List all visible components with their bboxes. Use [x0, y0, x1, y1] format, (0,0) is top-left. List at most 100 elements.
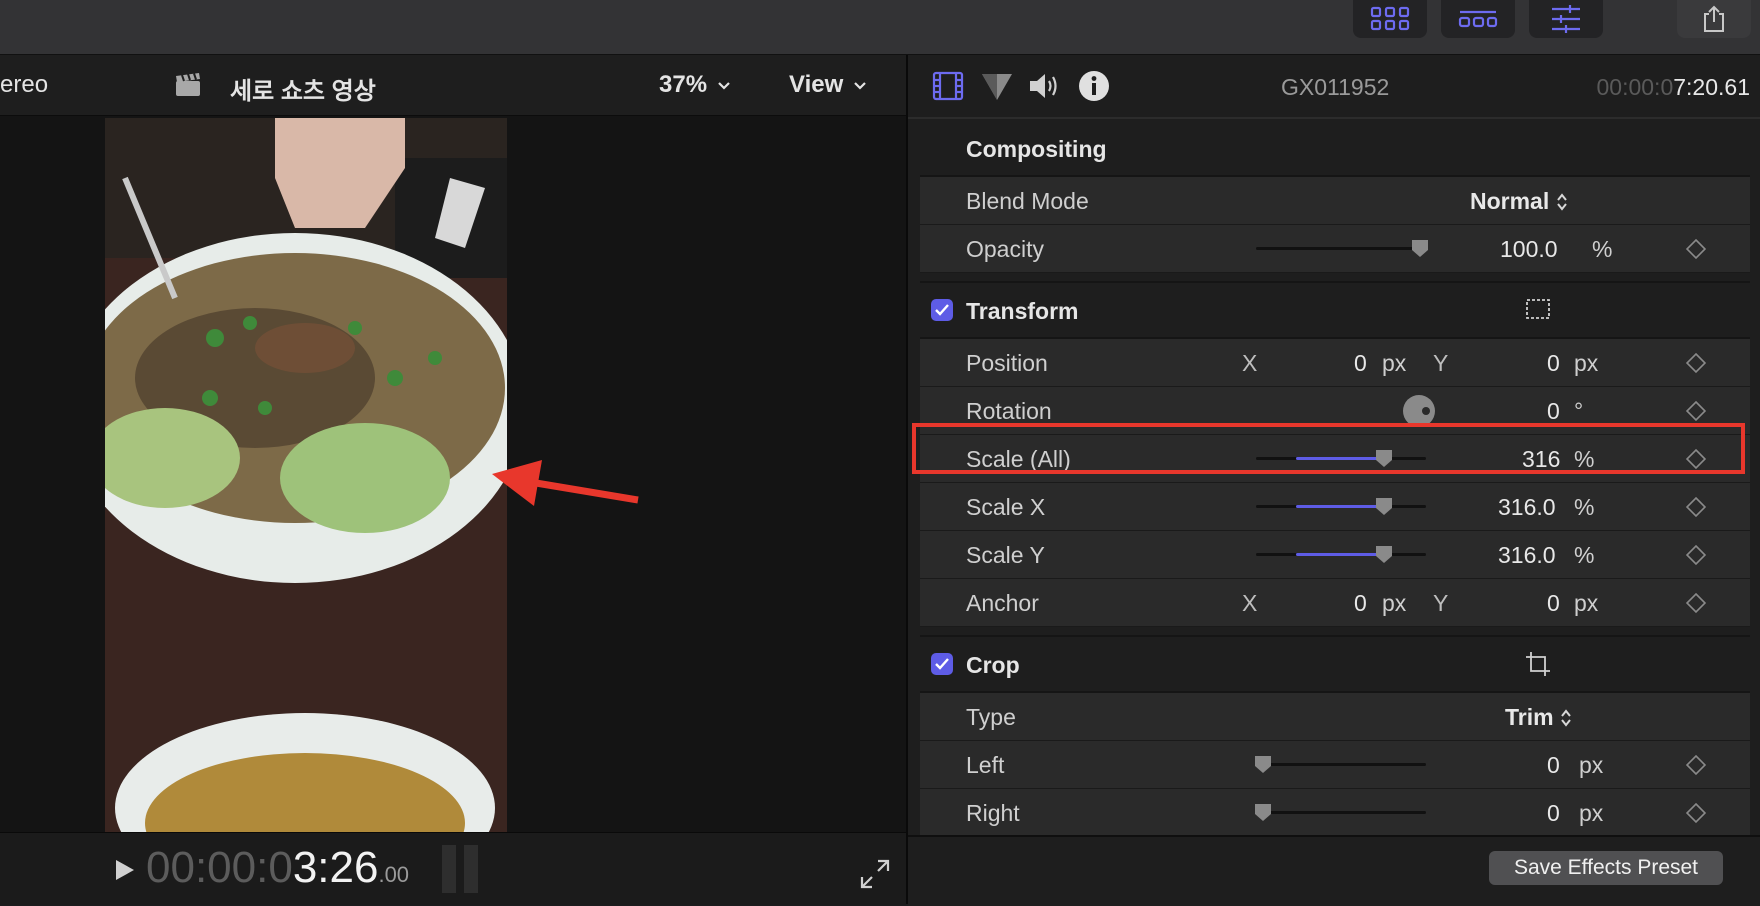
position-row: Position X 0 px Y 0 px — [920, 339, 1750, 387]
slider-knob[interactable] — [1374, 448, 1394, 468]
info-inspector-icon[interactable] — [1078, 70, 1110, 102]
slider-knob[interactable] — [1374, 544, 1394, 564]
keyframe-diamond-icon[interactable] — [1686, 803, 1706, 823]
anchor-y-axis: Y — [1433, 590, 1449, 616]
crop-left-value[interactable]: 0 — [1547, 752, 1560, 779]
px-unit: px — [1382, 350, 1407, 376]
opacity-row: Opacity 100.0 % — [920, 225, 1750, 273]
video-preview[interactable] — [105, 118, 507, 834]
section-divider — [920, 627, 1750, 637]
up-down-chevron-icon — [1556, 193, 1567, 211]
rotation-value[interactable]: 0 — [1547, 398, 1560, 425]
anchor-x-value[interactable]: 0 — [1354, 590, 1367, 617]
timeline-toggle-button[interactable] — [1441, 0, 1515, 38]
zoom-menu[interactable]: 37% — [659, 71, 731, 99]
anchor-label: Anchor — [966, 590, 1039, 616]
pct-unit: % — [1574, 494, 1595, 520]
crop-type-label: Type — [966, 704, 1016, 730]
rotation-row: Rotation 0 ° — [920, 387, 1750, 435]
red-arrow-annotation — [492, 460, 639, 506]
keyframe-diamond-icon[interactable] — [1686, 593, 1706, 613]
keyframe-diamond-icon[interactable] — [1686, 401, 1706, 421]
pct-unit: % — [1574, 446, 1595, 472]
crop-left-slider[interactable] — [1255, 756, 1426, 773]
inspector-header: GX011952 00:00:07:20.61 — [908, 55, 1760, 119]
crop-onscreen-control-icon[interactable] — [1525, 651, 1551, 677]
position-y-axis: Y — [1433, 350, 1449, 376]
transform-checkbox[interactable] — [931, 299, 953, 321]
keyframe-diamond-icon[interactable] — [1686, 755, 1706, 775]
chevron-down-icon — [854, 81, 867, 90]
blend-mode-row: Blend Mode Normal — [920, 177, 1750, 225]
checkmark-icon — [935, 658, 949, 670]
share-button[interactable] — [1677, 0, 1751, 38]
anchor-x-axis: X — [1242, 590, 1258, 616]
crop-right-value[interactable]: 0 — [1547, 800, 1560, 827]
project-title: 세로 쇼츠 영상 — [230, 78, 376, 105]
slider-knob[interactable] — [1410, 238, 1430, 258]
position-x-axis: X — [1242, 350, 1258, 376]
transform-onscreen-control-icon[interactable] — [1525, 297, 1551, 321]
opacity-slider[interactable] — [1256, 240, 1428, 257]
position-x-value[interactable]: 0 — [1354, 350, 1367, 377]
inspector-panel: GX011952 00:00:07:20.61 Compositing Blen… — [908, 55, 1760, 906]
rotation-label: Rotation — [966, 398, 1052, 424]
scale-x-row: Scale X 316.0 % — [920, 483, 1750, 531]
play-button-icon[interactable] — [114, 858, 136, 882]
rotation-dial[interactable] — [1402, 394, 1436, 428]
food-bowl-image — [105, 118, 507, 834]
timeline-icon — [1458, 10, 1498, 28]
scale-x-slider[interactable] — [1256, 498, 1426, 515]
scale-y-value[interactable]: 316.0 — [1498, 542, 1556, 569]
view-label: View — [789, 71, 844, 98]
opacity-value[interactable]: 100.0 — [1500, 236, 1558, 263]
crop-section-header[interactable]: Crop — [920, 637, 1750, 693]
scale-all-slider[interactable] — [1256, 450, 1426, 467]
slider-knob[interactable] — [1253, 802, 1273, 822]
scale-all-value[interactable]: 316 — [1522, 446, 1560, 473]
audio-meter-icon — [442, 845, 478, 893]
audio-inspector-icon[interactable] — [1028, 71, 1062, 101]
transform-section-header[interactable]: Transform — [920, 283, 1750, 339]
compositing-section-header[interactable]: Compositing — [920, 121, 1750, 177]
view-menu[interactable]: View — [789, 71, 867, 99]
slider-knob[interactable] — [1374, 496, 1394, 516]
crop-checkbox[interactable] — [931, 653, 953, 675]
scale-x-value[interactable]: 316.0 — [1498, 494, 1556, 521]
audio-mode-label: ereo — [0, 71, 49, 98]
fullscreen-icon[interactable] — [860, 859, 890, 889]
scale-all-label: Scale (All) — [966, 446, 1071, 472]
viewer-footer: 00:00:03:26.00 — [0, 832, 906, 905]
keyframe-diamond-icon[interactable] — [1686, 497, 1706, 517]
color-inspector-icon[interactable] — [980, 72, 1014, 102]
video-inspector-icon[interactable] — [932, 71, 964, 101]
scale-all-row: Scale (All) 316 % — [920, 435, 1750, 483]
save-effects-preset-button[interactable]: Save Effects Preset — [1489, 851, 1723, 885]
px-unit: px — [1382, 590, 1407, 616]
crop-type-popup[interactable]: Trim — [1505, 704, 1572, 731]
clapper-icon — [176, 73, 200, 96]
px-unit: px — [1574, 590, 1599, 616]
keyframe-diamond-icon[interactable] — [1686, 449, 1706, 469]
keyframe-diamond-icon[interactable] — [1686, 545, 1706, 565]
crop-right-slider[interactable] — [1255, 804, 1426, 821]
slider-knob[interactable] — [1253, 754, 1273, 774]
px-unit: px — [1579, 800, 1604, 826]
browser-toggle-button[interactable] — [1353, 0, 1427, 38]
anchor-y-value[interactable]: 0 — [1547, 590, 1560, 617]
blend-mode-popup[interactable]: Normal — [1470, 188, 1568, 215]
compositing-title: Compositing — [966, 136, 1107, 162]
px-unit: px — [1579, 752, 1604, 778]
position-y-value[interactable]: 0 — [1547, 350, 1560, 377]
inspector-sliders-icon — [1552, 5, 1580, 33]
keyframe-diamond-icon[interactable] — [1686, 353, 1706, 373]
px-unit: px — [1574, 350, 1599, 376]
chevron-down-icon — [718, 81, 730, 90]
keyframe-diamond-icon[interactable] — [1686, 239, 1706, 259]
browser-grid-icon — [1370, 6, 1410, 31]
opacity-unit: % — [1592, 236, 1613, 262]
up-down-chevron-icon — [1561, 709, 1571, 727]
inspector-toggle-button[interactable] — [1529, 0, 1603, 38]
pct-unit: % — [1574, 542, 1595, 568]
scale-y-slider[interactable] — [1256, 546, 1426, 563]
